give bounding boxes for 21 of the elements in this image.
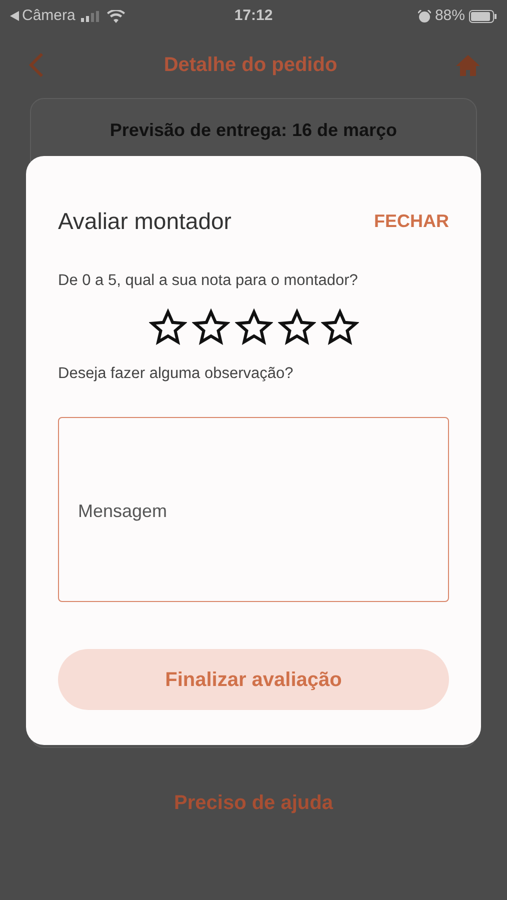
- signal-icon: [81, 10, 102, 22]
- wifi-icon: [107, 10, 126, 22]
- page-title: Detalhe do pedido: [162, 53, 338, 78]
- star-icon[interactable]: [234, 308, 272, 346]
- back-app-label[interactable]: Câmera: [22, 4, 76, 28]
- close-button[interactable]: FECHAR: [374, 208, 449, 235]
- star-icon[interactable]: [148, 308, 186, 346]
- status-time: 17:12: [233, 6, 274, 26]
- submit-button[interactable]: Finalizar avaliação: [58, 649, 449, 710]
- note-question: Deseja fazer alguma observação?: [58, 364, 294, 384]
- message-field[interactable]: Mensagem: [58, 417, 449, 602]
- star-icon[interactable]: [278, 308, 316, 346]
- star-icon[interactable]: [192, 308, 230, 346]
- rating-question: De 0 a 5, qual a sua nota para o montador?: [58, 270, 359, 290]
- back-triangle-icon[interactable]: [10, 11, 19, 21]
- alarm-icon: [418, 10, 431, 22]
- dialog-title: Avaliar montador: [58, 207, 232, 236]
- battery-icon: [469, 10, 497, 22]
- star-icon[interactable]: [320, 308, 358, 346]
- battery-percent: 88%: [434, 6, 465, 26]
- delivery-date: Previsão de entrega: 16 de março: [110, 119, 398, 142]
